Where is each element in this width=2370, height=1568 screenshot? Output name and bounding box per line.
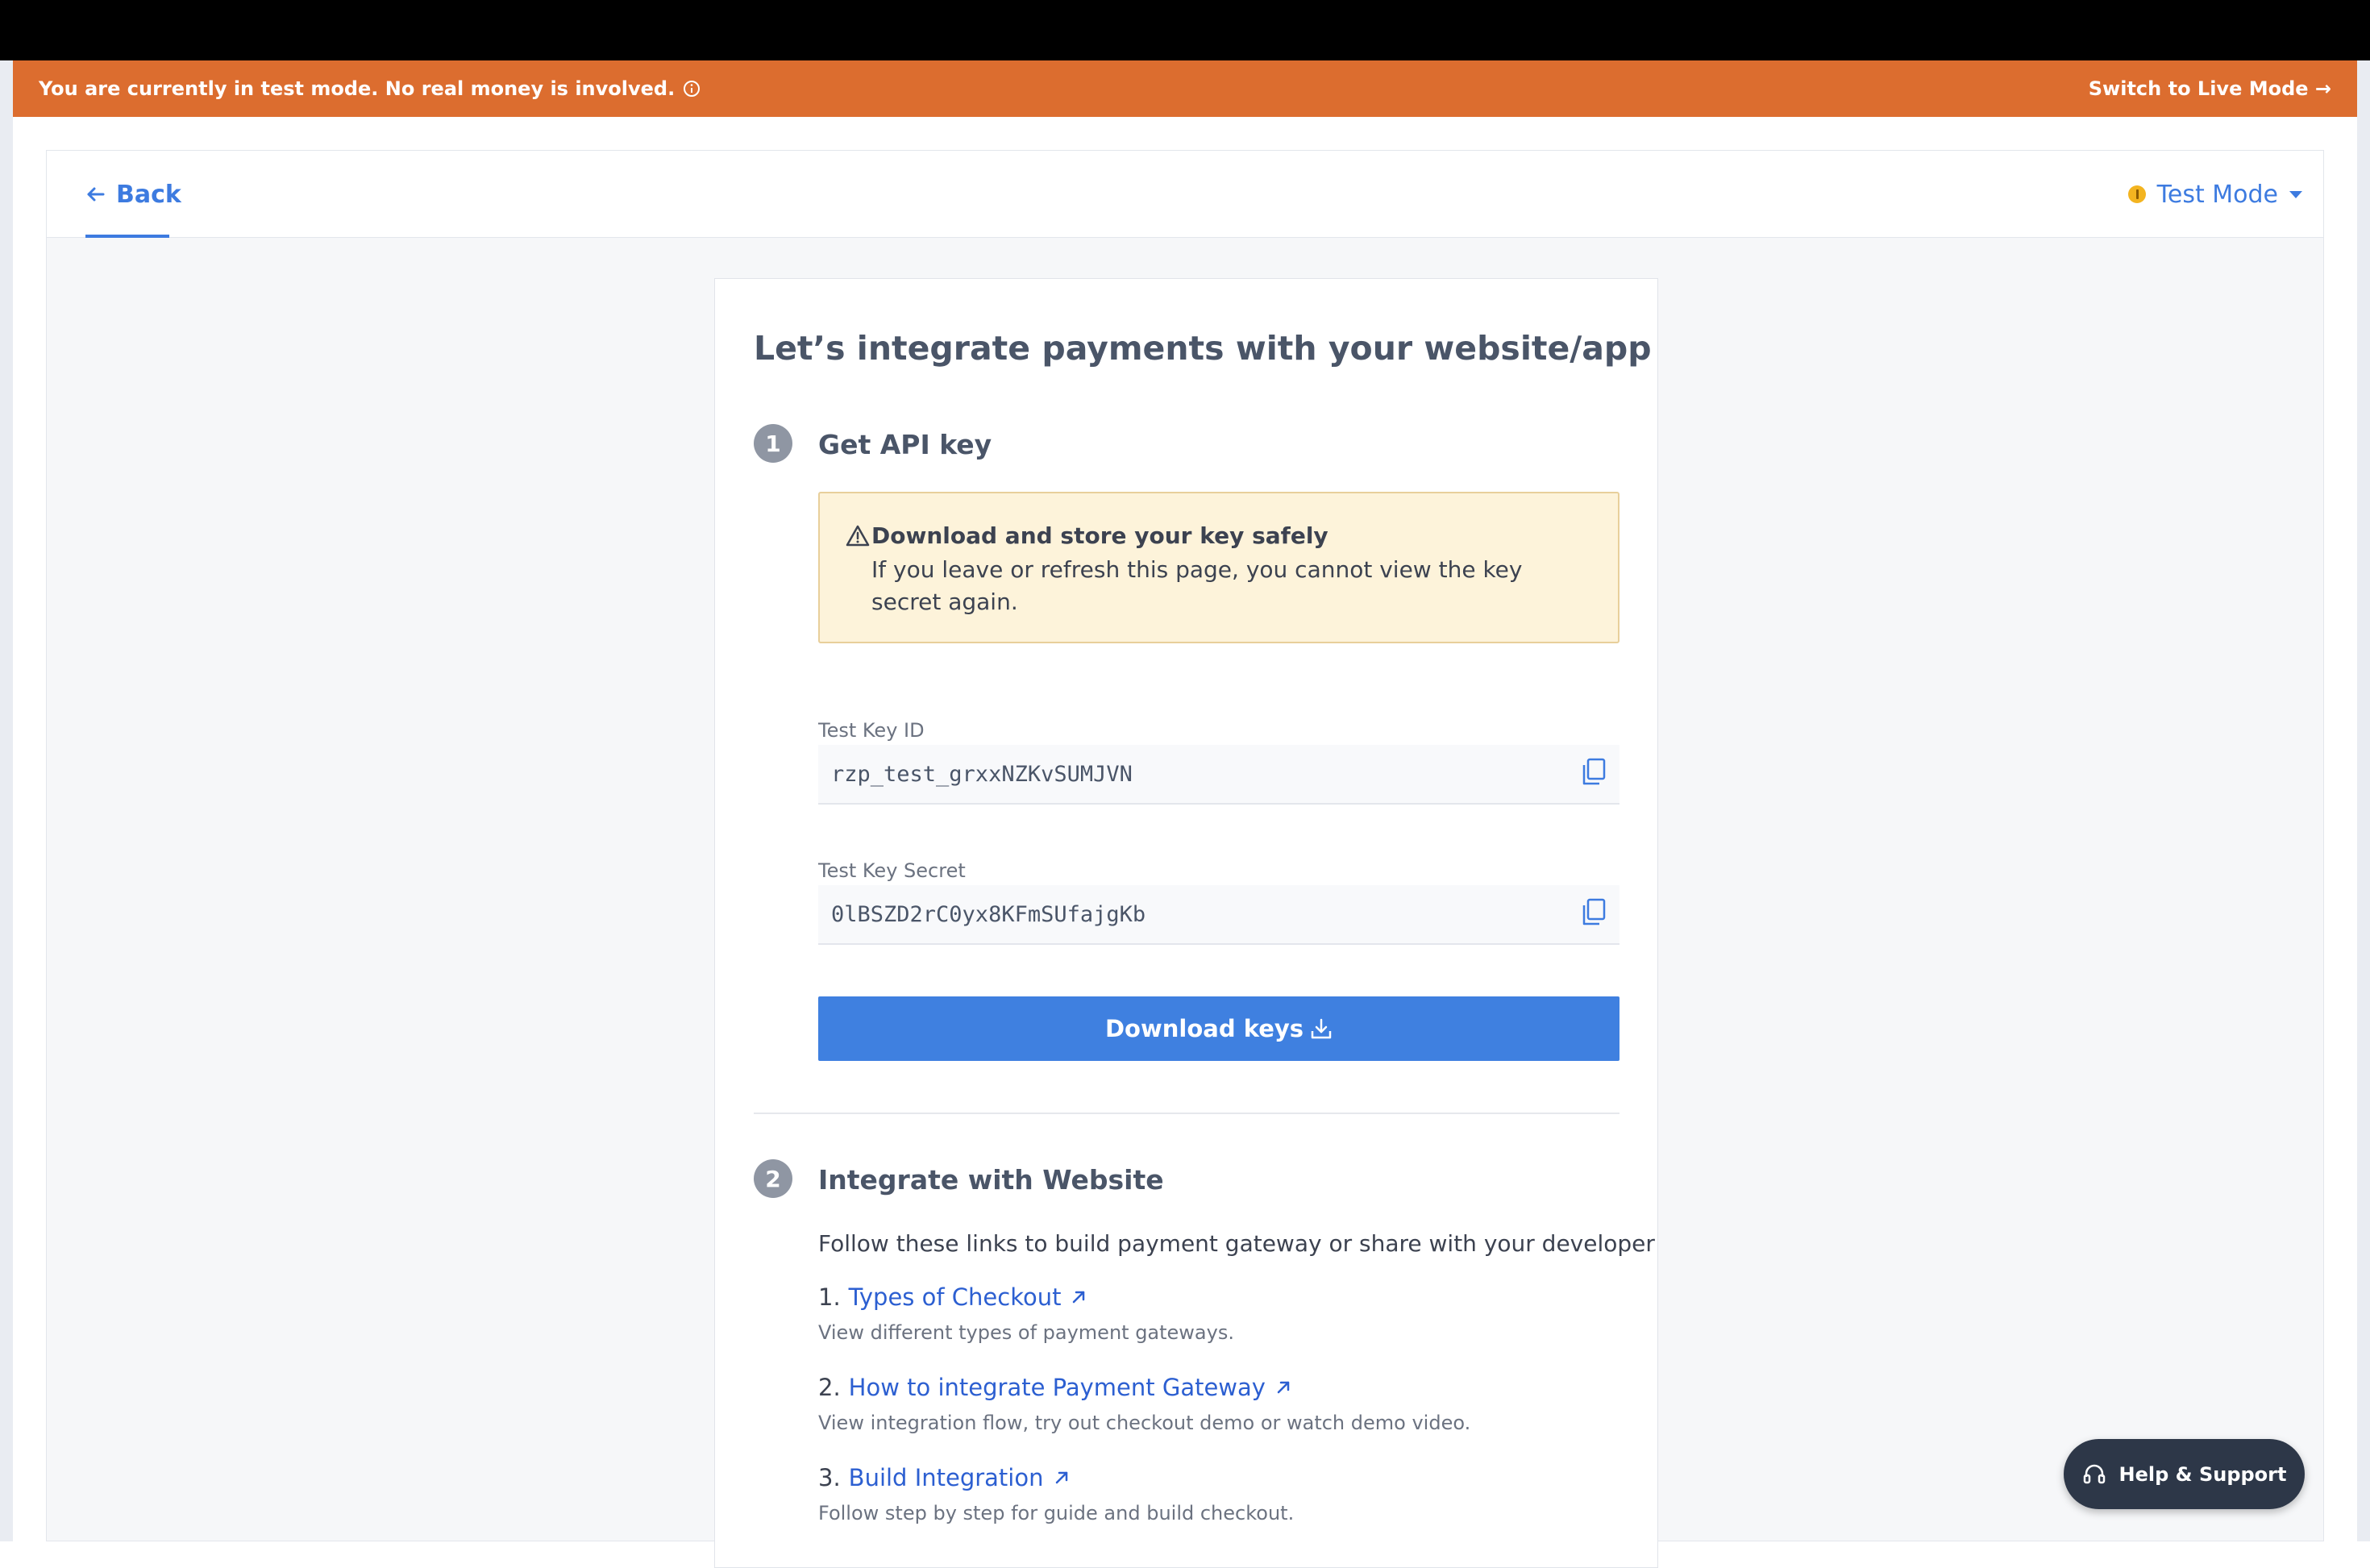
window-top-bar: [0, 0, 2370, 60]
back-label: Back: [116, 180, 181, 209]
arrow-left-icon: [87, 187, 105, 202]
info-icon[interactable]: [683, 80, 701, 98]
integration-card: Let’s integrate payments with your websi…: [714, 278, 1658, 1568]
external-link-icon[interactable]: [1069, 1287, 1088, 1307]
copy-key-secret-icon[interactable]: [1579, 896, 1608, 929]
test-mode-banner: You are currently in test mode. No real …: [13, 60, 2357, 117]
top-nav: Back Test Mode: [47, 151, 2323, 238]
step-2-intro: Follow these links to build payment gate…: [818, 1230, 1655, 1257]
page-title: Let’s integrate payments with your websi…: [754, 329, 1652, 368]
download-keys-button[interactable]: Download keys: [818, 996, 1620, 1061]
banner-message-group: You are currently in test mode. No real …: [39, 77, 701, 100]
link-description: View integration flow, try out checkout …: [818, 1412, 1471, 1434]
warning-text: If you leave or refresh this page, you c…: [871, 556, 1523, 615]
types-of-checkout-link[interactable]: Types of Checkout: [849, 1283, 1062, 1311]
download-keys-label: Download keys: [1104, 1015, 1304, 1042]
download-icon: [1311, 1018, 1332, 1039]
key-id-label: Test Key ID: [818, 719, 925, 742]
how-to-integrate-link[interactable]: How to integrate Payment Gateway: [849, 1374, 1266, 1401]
main-container: Back Test Mode Let’s integrate payments …: [46, 150, 2324, 1568]
switch-to-live-mode-link[interactable]: Switch to Live Mode →: [2089, 77, 2331, 100]
step-2-title: Integrate with Website: [818, 1164, 1164, 1196]
chevron-down-icon: [2289, 190, 2302, 198]
section-divider: [754, 1113, 1620, 1114]
warning-box: Download and store your key safely If yo…: [818, 492, 1620, 643]
key-secret-field[interactable]: 0lBSZD2rC0yx8KFmSUfajgKb: [818, 885, 1620, 945]
mode-dropdown[interactable]: Test Mode: [2127, 151, 2302, 238]
step-1-badge: 1: [754, 424, 792, 463]
headset-icon: [2083, 1464, 2105, 1483]
copy-key-id-icon[interactable]: [1579, 756, 1608, 788]
banner-message: You are currently in test mode. No real …: [39, 77, 676, 100]
link-number: 2.: [818, 1374, 841, 1401]
warning-title: Download and store your key safely: [871, 522, 1328, 549]
help-support-button[interactable]: Help & Support: [2064, 1439, 2305, 1509]
key-secret-label: Test Key Secret: [818, 859, 966, 882]
key-id-value: rzp_test_grxxNZKvSUMJVN: [831, 761, 1133, 787]
list-item: 2. How to integrate Payment Gateway: [818, 1374, 1293, 1401]
frame-right: [2357, 60, 2370, 1541]
frame-left: [0, 60, 13, 1541]
key-secret-value: 0lBSZD2rC0yx8KFmSUfajgKb: [831, 901, 1146, 927]
test-mode-indicator-icon: [2127, 185, 2146, 203]
external-link-icon[interactable]: [1052, 1468, 1071, 1487]
warning-icon: [846, 525, 870, 547]
step-2-badge: 2: [754, 1159, 792, 1198]
list-item: 1. Types of Checkout: [818, 1283, 1088, 1311]
switch-live-label: Switch to Live Mode →: [2088, 77, 2331, 100]
link-number: 3.: [818, 1464, 841, 1491]
key-id-field[interactable]: rzp_test_grxxNZKvSUMJVN: [818, 745, 1620, 805]
step-1-title: Get API key: [818, 429, 992, 460]
list-item: 3. Build Integration: [818, 1464, 1071, 1491]
help-support-label: Help & Support: [2118, 1462, 2287, 1486]
link-description: View different types of payment gateways…: [818, 1321, 1234, 1344]
external-link-icon[interactable]: [1274, 1378, 1293, 1397]
build-integration-link[interactable]: Build Integration: [849, 1464, 1044, 1491]
back-button[interactable]: Back: [85, 151, 181, 238]
link-number: 1.: [818, 1283, 841, 1311]
link-description: Follow step by step for guide and build …: [818, 1502, 1295, 1524]
mode-label: Test Mode: [2156, 180, 2278, 209]
back-tab-underline: [85, 235, 169, 238]
